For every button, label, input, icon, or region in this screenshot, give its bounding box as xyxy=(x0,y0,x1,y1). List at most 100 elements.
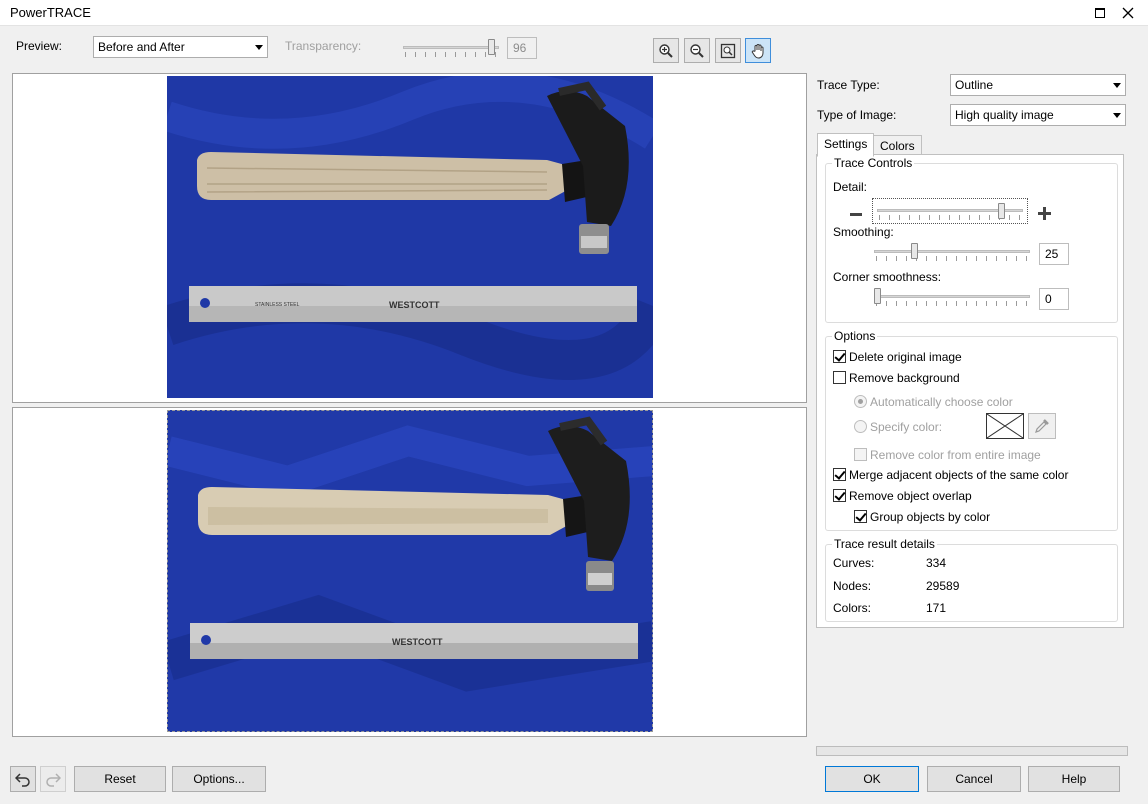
color-swatch[interactable] xyxy=(986,413,1024,439)
corner-smoothness-value-field[interactable]: 0 xyxy=(1039,288,1069,310)
corner-ticks xyxy=(876,301,1028,306)
tab-colors-label: Colors xyxy=(880,139,915,153)
preview-after-pane[interactable]: WESTCOTT xyxy=(12,407,807,737)
preview-label: Preview: xyxy=(16,39,63,53)
pan-button[interactable] xyxy=(745,38,771,63)
maximize-icon xyxy=(1095,8,1105,18)
transparency-track xyxy=(403,46,499,49)
settings-panel: Trace Controls Detail: Smoothing: 25 Cor… xyxy=(816,154,1124,628)
hammer-photo xyxy=(167,76,653,398)
preview-before-pane[interactable]: WESTCOTT STAINLESS STEEL xyxy=(12,73,807,403)
chevron-down-icon xyxy=(255,45,263,50)
trace-controls-group: Trace Controls Detail: Smoothing: 25 Cor… xyxy=(825,156,1118,323)
traced-image: WESTCOTT xyxy=(167,410,653,732)
eyedropper-button[interactable] xyxy=(1028,413,1056,439)
remove-background-label: Remove background xyxy=(849,371,960,385)
smoothing-label: Smoothing: xyxy=(833,225,894,239)
remove-color-entire-label: Remove color from entire image xyxy=(870,448,1041,462)
image-type-select[interactable]: High quality image xyxy=(950,104,1126,126)
specify-color-radio[interactable] xyxy=(854,420,867,433)
smoothing-value: 25 xyxy=(1045,247,1059,261)
smoothing-ticks xyxy=(876,256,1028,261)
title-bar: PowerTRACE xyxy=(0,0,1148,26)
transparency-thumb[interactable] xyxy=(488,39,496,55)
group-by-color-checkbox[interactable] xyxy=(854,510,867,523)
ok-button[interactable]: OK xyxy=(825,766,919,792)
chevron-down-icon xyxy=(1113,113,1121,118)
remove-background-checkbox[interactable] xyxy=(833,371,846,384)
options-button[interactable]: Options... xyxy=(172,766,266,792)
reset-button[interactable]: Reset xyxy=(74,766,166,792)
merge-adjacent-label: Merge adjacent objects of the same color xyxy=(849,468,1069,482)
curves-label: Curves: xyxy=(833,556,875,570)
corner-smoothness-label: Corner smoothness: xyxy=(833,270,942,284)
transparency-ticks xyxy=(405,52,497,57)
trace-result-group: Trace result details Curves: 334 Nodes: … xyxy=(825,537,1118,622)
image-type-label: Type of Image: xyxy=(817,108,897,122)
hammer-trace xyxy=(168,411,652,731)
zoom-in-button[interactable] xyxy=(653,38,679,63)
auto-color-label: Automatically choose color xyxy=(870,395,1013,409)
trace-controls-title: Trace Controls xyxy=(832,156,915,170)
corner-smoothness-slider[interactable] xyxy=(874,287,1032,309)
trace-type-label: Trace Type: xyxy=(817,78,880,92)
transparency-slider[interactable] xyxy=(403,38,499,60)
maximize-button[interactable] xyxy=(1090,3,1110,23)
options-title: Options xyxy=(832,329,878,343)
merge-adjacent-checkbox[interactable] xyxy=(833,468,846,481)
corner-smoothness-value: 0 xyxy=(1045,292,1052,306)
undo-button[interactable] xyxy=(10,766,36,792)
delete-original-checkbox[interactable] xyxy=(833,350,846,363)
zoom-out-icon xyxy=(690,43,704,58)
colors-value: 171 xyxy=(926,601,947,615)
cancel-button[interactable]: Cancel xyxy=(927,766,1021,792)
preview-mode-value: Before and After xyxy=(98,40,185,54)
smoothing-track xyxy=(874,250,1030,253)
image-type-value: High quality image xyxy=(955,108,1054,122)
help-button[interactable]: Help xyxy=(1028,766,1120,792)
close-icon xyxy=(1122,7,1134,19)
detail-increase-icon[interactable] xyxy=(1038,207,1051,220)
ruler-brand-label: WESTCOTT xyxy=(389,300,440,310)
remove-overlap-checkbox[interactable] xyxy=(833,489,846,502)
transparency-value-field[interactable]: 96 xyxy=(507,37,537,59)
smoothing-value-field[interactable]: 25 xyxy=(1039,243,1069,265)
tab-settings-label: Settings xyxy=(824,137,868,151)
chevron-down-icon xyxy=(1113,83,1121,88)
traced-ruler-brand-label: WESTCOTT xyxy=(392,637,443,647)
smoothing-slider[interactable] xyxy=(874,242,1032,264)
delete-original-label: Delete original image xyxy=(849,350,962,364)
trace-progress-bar xyxy=(816,746,1128,756)
transparency-value: 96 xyxy=(513,41,527,55)
detail-decrease-icon[interactable] xyxy=(850,213,862,216)
window-title: PowerTRACE xyxy=(10,5,91,20)
no-color-icon xyxy=(986,413,1024,439)
remove-color-entire-checkbox[interactable] xyxy=(854,448,867,461)
group-by-color-label: Group objects by color xyxy=(870,510,991,524)
detail-thumb[interactable] xyxy=(997,203,1005,219)
redo-icon xyxy=(46,773,62,787)
close-button[interactable] xyxy=(1118,3,1138,23)
zoom-in-icon xyxy=(659,43,673,58)
zoom-out-button[interactable] xyxy=(684,38,710,63)
curves-value: 334 xyxy=(926,556,947,570)
smoothing-thumb[interactable] xyxy=(911,243,919,259)
corner-thumb[interactable] xyxy=(874,288,881,304)
transparency-label: Transparency: xyxy=(285,39,362,53)
specify-color-label: Specify color: xyxy=(870,420,943,434)
fit-to-window-icon xyxy=(720,43,736,58)
detail-label: Detail: xyxy=(833,180,868,194)
detail-slider[interactable] xyxy=(872,198,1028,224)
fit-to-window-button[interactable] xyxy=(715,38,741,63)
trace-result-title: Trace result details xyxy=(832,537,937,551)
auto-color-radio[interactable] xyxy=(854,395,867,408)
eyedropper-icon xyxy=(1035,419,1049,433)
tab-settings[interactable]: Settings xyxy=(817,133,875,157)
redo-button[interactable] xyxy=(40,766,66,792)
trace-type-value: Outline xyxy=(955,78,994,92)
ruler-material-label: STAINLESS STEEL xyxy=(255,302,300,308)
trace-type-select[interactable]: Outline xyxy=(950,74,1126,96)
original-image: WESTCOTT STAINLESS STEEL xyxy=(167,76,653,398)
colors-label: Colors: xyxy=(833,601,872,615)
preview-mode-select[interactable]: Before and After xyxy=(93,36,268,58)
